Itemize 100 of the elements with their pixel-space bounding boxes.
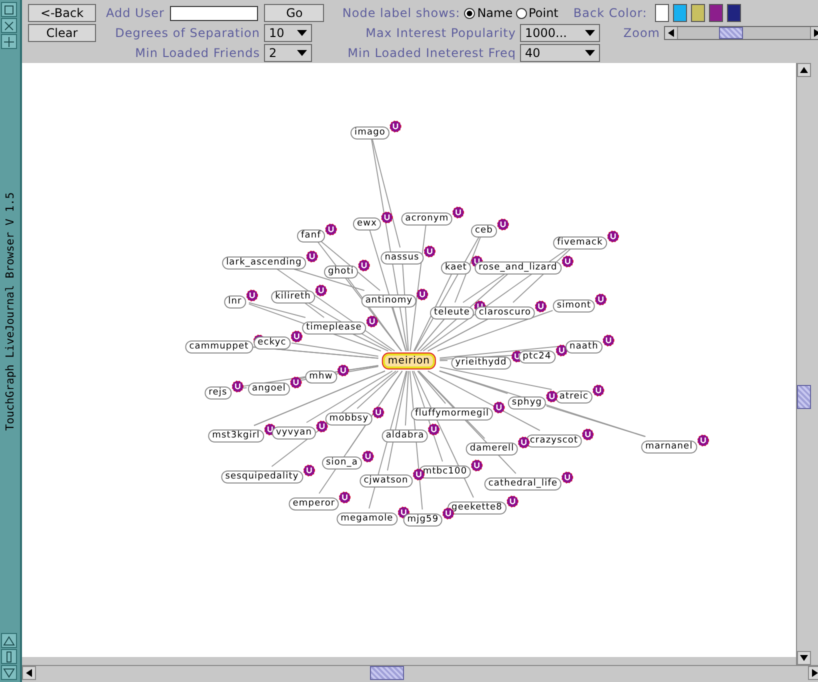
user-node[interactable]: kaet bbox=[440, 262, 472, 274]
user-node[interactable]: damerell bbox=[466, 442, 518, 456]
user-badge-icon bbox=[416, 288, 429, 300]
user-node[interactable]: marnanel bbox=[641, 440, 697, 454]
radio-option[interactable]: Name bbox=[464, 6, 513, 20]
user-node[interactable]: ghoti bbox=[324, 266, 358, 278]
user-node[interactable]: cjwatson bbox=[360, 474, 412, 488]
clear-button[interactable]: Clear bbox=[28, 24, 96, 42]
user-badge-icon bbox=[696, 434, 709, 446]
user-node[interactable]: emperor bbox=[288, 498, 340, 510]
user-node[interactable]: sion_a bbox=[322, 456, 362, 470]
user-badge-icon bbox=[602, 334, 614, 346]
user-node[interactable]: teleute bbox=[430, 306, 474, 320]
window-icon[interactable] bbox=[1, 2, 17, 17]
dropdown[interactable]: 40 bbox=[520, 44, 600, 62]
cross-icon[interactable] bbox=[1, 18, 17, 33]
user-badge-icon bbox=[366, 316, 378, 328]
radio-option[interactable]: Point bbox=[516, 6, 558, 20]
user-badge-icon bbox=[290, 330, 302, 342]
user-node[interactable]: simont bbox=[552, 300, 596, 312]
control-label: Degrees of Separation bbox=[114, 26, 260, 40]
control-label: Zoom bbox=[622, 26, 660, 40]
user-node[interactable]: naath bbox=[566, 340, 602, 354]
control-label: Max Interest Popularity bbox=[364, 26, 516, 40]
user-badge-icon bbox=[561, 256, 574, 268]
user-node[interactable]: imago bbox=[350, 126, 390, 140]
user-badge-icon bbox=[423, 246, 436, 258]
user-node[interactable]: lark_ascending bbox=[222, 256, 306, 270]
user-badge-icon bbox=[390, 120, 402, 132]
vertical-scrollbar[interactable] bbox=[796, 63, 813, 665]
user-badge-icon bbox=[381, 212, 394, 224]
dropdown[interactable]: 2 bbox=[264, 44, 312, 62]
user-badge-icon bbox=[493, 402, 506, 414]
horizontal-scrollbar[interactable] bbox=[22, 665, 818, 682]
user-node[interactable]: fanf bbox=[297, 230, 325, 242]
user-node[interactable]: cathedral_life bbox=[484, 478, 562, 490]
color-swatch[interactable] bbox=[691, 4, 705, 22]
user-node[interactable]: timeplease bbox=[302, 322, 366, 334]
window-title: TouchGraph LiveJournal Browser V 1.5 bbox=[4, 192, 16, 430]
user-badge-icon bbox=[306, 250, 318, 262]
user-node[interactable]: ptc24 bbox=[518, 350, 556, 364]
user-node[interactable]: rose_and_lizard bbox=[474, 262, 562, 274]
user-node[interactable]: lnr bbox=[224, 296, 246, 308]
user-node[interactable]: megamole bbox=[336, 512, 398, 526]
scroll-thumb[interactable] bbox=[797, 385, 811, 409]
user-node[interactable]: crazyscot bbox=[526, 434, 582, 448]
user-badge-icon bbox=[412, 468, 424, 480]
user-badge-icon bbox=[518, 436, 530, 448]
user-badge-icon bbox=[314, 284, 327, 296]
control-label: Min Loaded Friends bbox=[134, 46, 260, 60]
user-badge-icon bbox=[452, 206, 465, 218]
user-node[interactable]: mobbsy bbox=[325, 412, 373, 426]
color-swatch[interactable] bbox=[655, 4, 669, 22]
user-node[interactable]: fluffymormegil bbox=[410, 408, 494, 420]
user-node[interactable]: acronym bbox=[401, 212, 453, 226]
back-button[interactable]: <-Back bbox=[28, 4, 96, 22]
user-node[interactable]: ceb bbox=[471, 224, 497, 238]
user-badge-icon bbox=[290, 376, 302, 388]
zoom-slider[interactable] bbox=[664, 26, 818, 40]
user-node[interactable]: claroscuro bbox=[474, 306, 536, 320]
add-user-field[interactable] bbox=[170, 6, 258, 20]
user-node[interactable]: mjg59 bbox=[403, 514, 443, 526]
user-node[interactable]: angoel bbox=[248, 382, 290, 396]
user-badge-icon bbox=[246, 290, 258, 302]
user-node[interactable]: cammuppet bbox=[185, 340, 253, 354]
user-node[interactable]: nassus bbox=[380, 252, 424, 264]
user-node[interactable]: mtbc100 bbox=[418, 466, 472, 478]
user-node[interactable]: atreic bbox=[555, 390, 593, 404]
color-swatch[interactable] bbox=[709, 4, 723, 22]
dropdown[interactable]: 1000... bbox=[520, 24, 600, 42]
dropdown[interactable]: 10 bbox=[264, 24, 312, 42]
user-node[interactable]: meirion bbox=[382, 352, 436, 370]
color-swatch[interactable] bbox=[673, 4, 687, 22]
user-node[interactable]: kilireth bbox=[271, 290, 315, 304]
color-swatch[interactable] bbox=[727, 4, 741, 22]
slider-thumb[interactable] bbox=[718, 27, 743, 39]
user-badge-icon bbox=[582, 428, 594, 440]
user-node[interactable]: fivemack bbox=[553, 236, 607, 250]
user-node[interactable]: aldabra bbox=[382, 430, 428, 442]
bar-icon[interactable] bbox=[1, 649, 17, 664]
user-node[interactable]: ewx bbox=[352, 218, 382, 230]
user-node[interactable]: sphyg bbox=[508, 396, 546, 410]
user-node[interactable]: sesquipedality bbox=[221, 470, 303, 484]
user-badge-icon bbox=[231, 380, 244, 392]
user-node[interactable]: eckyc bbox=[254, 336, 290, 350]
user-badge-icon bbox=[592, 384, 605, 396]
plus-icon[interactable] bbox=[1, 34, 17, 49]
user-badge-icon bbox=[336, 364, 349, 376]
user-node[interactable]: rejs bbox=[204, 386, 232, 400]
go-button[interactable]: Go bbox=[264, 4, 324, 22]
scroll-thumb[interactable] bbox=[370, 666, 404, 680]
user-node[interactable]: mhw bbox=[305, 370, 337, 384]
user-node[interactable]: vyvyan bbox=[272, 426, 316, 440]
user-node[interactable]: mst3kgirl bbox=[208, 430, 264, 442]
user-badge-icon bbox=[362, 450, 374, 462]
user-badge-icon bbox=[506, 496, 518, 508]
user-badge-icon bbox=[358, 260, 370, 272]
user-node[interactable]: yrieithydd bbox=[451, 356, 511, 370]
user-node[interactable]: geekette8 bbox=[448, 502, 506, 514]
user-node[interactable]: antinomy bbox=[361, 294, 417, 308]
